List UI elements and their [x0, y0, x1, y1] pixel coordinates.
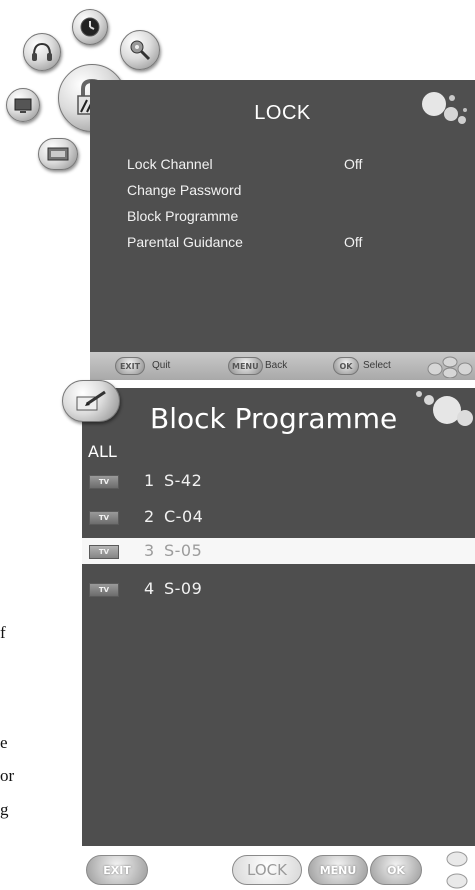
- lock-channel-label: Lock Channel: [127, 156, 213, 172]
- exit-button-bottom[interactable]: EXIT: [86, 855, 148, 885]
- picture-icon[interactable]: [38, 138, 78, 170]
- tools-icon[interactable]: [120, 30, 160, 70]
- channel-name: S-42: [164, 471, 203, 490]
- all-channels-item[interactable]: ALL: [88, 442, 117, 461]
- channel-row-2[interactable]: TV 2 C-04: [82, 504, 475, 530]
- exit-button[interactable]: EXIT: [115, 357, 145, 375]
- lock-button-bottom[interactable]: LOCK: [232, 855, 302, 885]
- change-password-label: Change Password: [127, 182, 242, 198]
- change-password-item[interactable]: Change Password: [127, 182, 427, 204]
- parental-guidance-value: Off: [344, 234, 363, 250]
- lock-channel-value: Off: [344, 156, 363, 172]
- page-text-fragment: g: [0, 800, 9, 819]
- lock-menu-panel: LOCK Lock Channel Off Change Password Bl…: [90, 80, 475, 380]
- bubbles-icon: [422, 92, 467, 124]
- block-programme-title: Block Programme: [150, 402, 398, 435]
- lock-menu-footer: EXIT Quit MENU Back OK Select: [90, 352, 475, 380]
- menu-button[interactable]: MENU: [228, 357, 263, 375]
- channel-row-4[interactable]: TV 4 S-09: [82, 576, 475, 602]
- page-text-fragment: e: [0, 733, 8, 752]
- block-programme-item[interactable]: Block Programme: [127, 208, 427, 230]
- channel-number: 1: [144, 471, 155, 490]
- channel-name: C-04: [164, 507, 204, 526]
- lock-channel-item[interactable]: Lock Channel Off: [127, 156, 427, 178]
- tv-icon[interactable]: [6, 88, 40, 122]
- channel-number: 4: [144, 579, 155, 598]
- navigation-arrows-icon[interactable]: [440, 850, 475, 890]
- bubbles-icon: [416, 391, 473, 426]
- audio-icon[interactable]: [23, 33, 61, 71]
- back-label: Back: [265, 360, 288, 371]
- tv-badge: TV: [89, 583, 119, 597]
- ok-button[interactable]: OK: [333, 357, 359, 375]
- channel-name: S-09: [164, 579, 203, 598]
- select-label: Select: [363, 360, 391, 371]
- navigation-arrows-icon[interactable]: [427, 356, 473, 378]
- page-text-fragment: or: [0, 766, 15, 785]
- ok-button-bottom[interactable]: OK: [370, 855, 422, 885]
- quit-label: Quit: [152, 360, 171, 371]
- page-text-fragment: f: [0, 623, 6, 642]
- tv-badge: TV: [89, 475, 119, 489]
- block-programme-label: Block Programme: [127, 208, 239, 224]
- channel-row-1[interactable]: TV 1 S-42: [82, 468, 475, 494]
- channel-number: 3: [144, 541, 155, 560]
- channel-number: 2: [144, 507, 155, 526]
- channel-row-3[interactable]: TV 3 S-05: [82, 538, 475, 564]
- parental-guidance-item[interactable]: Parental Guidance Off: [127, 234, 427, 256]
- edit-icon: [62, 380, 120, 422]
- tv-badge: TV: [89, 545, 119, 559]
- tv-badge: TV: [89, 511, 119, 525]
- block-programme-panel: Block Programme ALL TV 1 S-42 TV 2 C-04 …: [82, 388, 475, 846]
- parental-guidance-label: Parental Guidance: [127, 234, 243, 250]
- clock-icon[interactable]: [72, 9, 108, 45]
- channel-name: S-05: [164, 541, 203, 560]
- menu-button-bottom[interactable]: MENU: [308, 855, 368, 885]
